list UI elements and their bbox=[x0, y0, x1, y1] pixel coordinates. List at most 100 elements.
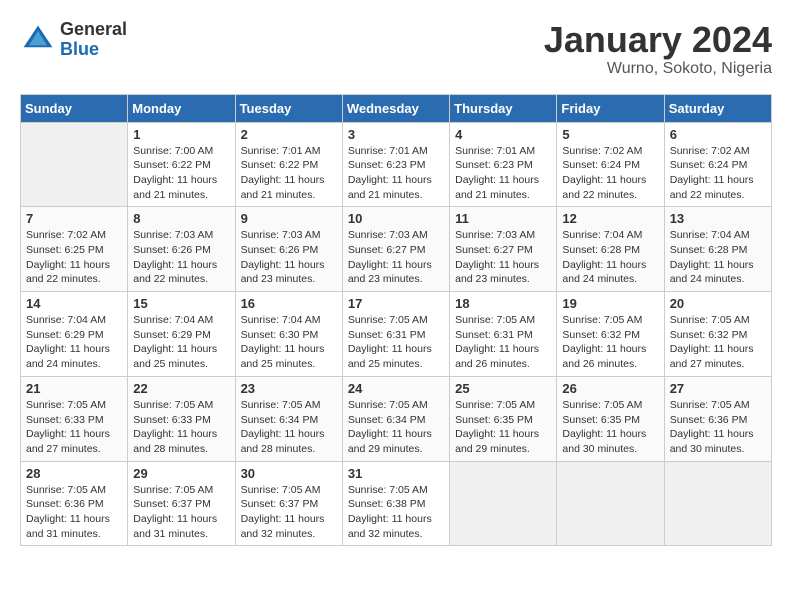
calendar-cell: 1 Sunrise: 7:00 AMSunset: 6:22 PMDaylight… bbox=[128, 122, 235, 207]
calendar-title: January 2024 bbox=[544, 20, 772, 60]
calendar-week-5: 28 Sunrise: 7:05 AMSunset: 6:36 PMDayligh… bbox=[21, 461, 772, 546]
day-number: 1 bbox=[133, 127, 229, 142]
day-number: 30 bbox=[241, 466, 337, 481]
day-info: Sunrise: 7:01 AMSunset: 6:23 PMDaylight:… bbox=[348, 144, 444, 203]
calendar-cell: 29 Sunrise: 7:05 AMSunset: 6:37 PMDayligh… bbox=[128, 461, 235, 546]
day-info: Sunrise: 7:00 AMSunset: 6:22 PMDaylight:… bbox=[133, 144, 229, 203]
day-info: Sunrise: 7:05 AMSunset: 6:33 PMDaylight:… bbox=[133, 398, 229, 457]
weekday-header-tuesday: Tuesday bbox=[235, 94, 342, 122]
calendar-cell bbox=[450, 461, 557, 546]
calendar-cell: 21 Sunrise: 7:05 AMSunset: 6:33 PMDayligh… bbox=[21, 376, 128, 461]
day-number: 4 bbox=[455, 127, 551, 142]
day-info: Sunrise: 7:05 AMSunset: 6:36 PMDaylight:… bbox=[26, 483, 122, 542]
calendar-cell: 28 Sunrise: 7:05 AMSunset: 6:36 PMDayligh… bbox=[21, 461, 128, 546]
day-info: Sunrise: 7:05 AMSunset: 6:37 PMDaylight:… bbox=[133, 483, 229, 542]
day-info: Sunrise: 7:04 AMSunset: 6:29 PMDaylight:… bbox=[133, 313, 229, 372]
calendar-cell: 22Sunrise: 7:05 AMSunset: 6:33 PMDayligh… bbox=[128, 376, 235, 461]
day-info: Sunrise: 7:03 AMSunset: 6:26 PMDaylight:… bbox=[133, 228, 229, 287]
weekday-header-friday: Friday bbox=[557, 94, 664, 122]
day-info: Sunrise: 7:05 AMSunset: 6:34 PMDaylight:… bbox=[348, 398, 444, 457]
day-number: 19 bbox=[562, 296, 658, 311]
calendar-subtitle: Wurno, Sokoto, Nigeria bbox=[544, 60, 772, 78]
calendar-cell: 31 Sunrise: 7:05 AMSunset: 6:38 PMDayligh… bbox=[342, 461, 449, 546]
day-info: Sunrise: 7:03 AMSunset: 6:27 PMDaylight:… bbox=[455, 228, 551, 287]
weekday-header-saturday: Saturday bbox=[664, 94, 771, 122]
calendar-week-3: 14 Sunrise: 7:04 AMSunset: 6:29 PMDayligh… bbox=[21, 292, 772, 377]
calendar-cell: 27Sunrise: 7:05 AMSunset: 6:36 PMDayligh… bbox=[664, 376, 771, 461]
day-info: Sunrise: 7:05 AMSunset: 6:35 PMDaylight:… bbox=[455, 398, 551, 457]
day-info: Sunrise: 7:05 AMSunset: 6:37 PMDaylight:… bbox=[241, 483, 337, 542]
calendar-cell: 2 Sunrise: 7:01 AMSunset: 6:22 PMDaylight… bbox=[235, 122, 342, 207]
calendar-cell: 16Sunrise: 7:04 AMSunset: 6:30 PMDayligh… bbox=[235, 292, 342, 377]
calendar-cell: 10 Sunrise: 7:03 AMSunset: 6:27 PMDayligh… bbox=[342, 207, 449, 292]
calendar-cell bbox=[21, 122, 128, 207]
calendar-cell: 24 Sunrise: 7:05 AMSunset: 6:34 PMDayligh… bbox=[342, 376, 449, 461]
calendar-cell bbox=[557, 461, 664, 546]
calendar-week-1: 1 Sunrise: 7:00 AMSunset: 6:22 PMDaylight… bbox=[21, 122, 772, 207]
day-info: Sunrise: 7:05 AMSunset: 6:38 PMDaylight:… bbox=[348, 483, 444, 542]
day-number: 23 bbox=[241, 381, 337, 396]
day-number: 18 bbox=[455, 296, 551, 311]
calendar-cell: 26Sunrise: 7:05 AMSunset: 6:35 PMDayligh… bbox=[557, 376, 664, 461]
calendar-cell: 8 Sunrise: 7:03 AMSunset: 6:26 PMDaylight… bbox=[128, 207, 235, 292]
calendar-cell: 9Sunrise: 7:03 AMSunset: 6:26 PMDaylight… bbox=[235, 207, 342, 292]
day-info: Sunrise: 7:02 AMSunset: 6:24 PMDaylight:… bbox=[670, 144, 766, 203]
day-number: 6 bbox=[670, 127, 766, 142]
day-info: Sunrise: 7:04 AMSunset: 6:30 PMDaylight:… bbox=[241, 313, 337, 372]
calendar-cell bbox=[664, 461, 771, 546]
calendar-cell: 15 Sunrise: 7:04 AMSunset: 6:29 PMDayligh… bbox=[128, 292, 235, 377]
day-info: Sunrise: 7:05 AMSunset: 6:36 PMDaylight:… bbox=[670, 398, 766, 457]
day-number: 15 bbox=[133, 296, 229, 311]
calendar-cell: 17 Sunrise: 7:05 AMSunset: 6:31 PMDayligh… bbox=[342, 292, 449, 377]
day-info: Sunrise: 7:02 AMSunset: 6:24 PMDaylight:… bbox=[562, 144, 658, 203]
day-number: 17 bbox=[348, 296, 444, 311]
day-number: 11 bbox=[455, 211, 551, 226]
day-info: Sunrise: 7:01 AMSunset: 6:23 PMDaylight:… bbox=[455, 144, 551, 203]
day-number: 26 bbox=[562, 381, 658, 396]
logo-icon bbox=[20, 22, 56, 58]
calendar-cell: 14 Sunrise: 7:04 AMSunset: 6:29 PMDayligh… bbox=[21, 292, 128, 377]
day-number: 21 bbox=[26, 381, 122, 396]
calendar-cell: 20Sunrise: 7:05 AMSunset: 6:32 PMDayligh… bbox=[664, 292, 771, 377]
day-info: Sunrise: 7:05 AMSunset: 6:32 PMDaylight:… bbox=[670, 313, 766, 372]
day-number: 5 bbox=[562, 127, 658, 142]
weekday-header-thursday: Thursday bbox=[450, 94, 557, 122]
calendar-cell: 19 Sunrise: 7:05 AMSunset: 6:32 PMDayligh… bbox=[557, 292, 664, 377]
calendar-cell: 23 Sunrise: 7:05 AMSunset: 6:34 PMDayligh… bbox=[235, 376, 342, 461]
day-number: 31 bbox=[348, 466, 444, 481]
day-info: Sunrise: 7:05 AMSunset: 6:33 PMDaylight:… bbox=[26, 398, 122, 457]
day-info: Sunrise: 7:02 AMSunset: 6:25 PMDaylight:… bbox=[26, 228, 122, 287]
calendar-cell: 18Sunrise: 7:05 AMSunset: 6:31 PMDayligh… bbox=[450, 292, 557, 377]
day-info: Sunrise: 7:01 AMSunset: 6:22 PMDaylight:… bbox=[241, 144, 337, 203]
calendar-cell: 12Sunrise: 7:04 AMSunset: 6:28 PMDayligh… bbox=[557, 207, 664, 292]
day-number: 14 bbox=[26, 296, 122, 311]
calendar-cell: 3 Sunrise: 7:01 AMSunset: 6:23 PMDaylight… bbox=[342, 122, 449, 207]
day-number: 28 bbox=[26, 466, 122, 481]
day-number: 25 bbox=[455, 381, 551, 396]
weekday-header-wednesday: Wednesday bbox=[342, 94, 449, 122]
day-info: Sunrise: 7:05 AMSunset: 6:34 PMDaylight:… bbox=[241, 398, 337, 457]
day-number: 24 bbox=[348, 381, 444, 396]
day-number: 13 bbox=[670, 211, 766, 226]
day-number: 8 bbox=[133, 211, 229, 226]
day-number: 12 bbox=[562, 211, 658, 226]
calendar-cell: 25 Sunrise: 7:05 AMSunset: 6:35 PMDayligh… bbox=[450, 376, 557, 461]
logo-general-text: General bbox=[60, 19, 127, 39]
calendar-cell: 11 Sunrise: 7:03 AMSunset: 6:27 PMDayligh… bbox=[450, 207, 557, 292]
calendar-cell: 5 Sunrise: 7:02 AMSunset: 6:24 PMDaylight… bbox=[557, 122, 664, 207]
day-info: Sunrise: 7:03 AMSunset: 6:27 PMDaylight:… bbox=[348, 228, 444, 287]
calendar-week-2: 7Sunrise: 7:02 AMSunset: 6:25 PMDaylight… bbox=[21, 207, 772, 292]
day-number: 2 bbox=[241, 127, 337, 142]
day-info: Sunrise: 7:05 AMSunset: 6:31 PMDaylight:… bbox=[348, 313, 444, 372]
day-info: Sunrise: 7:04 AMSunset: 6:29 PMDaylight:… bbox=[26, 313, 122, 372]
day-number: 3 bbox=[348, 127, 444, 142]
calendar-cell: 4 Sunrise: 7:01 AMSunset: 6:23 PMDaylight… bbox=[450, 122, 557, 207]
calendar-week-4: 21 Sunrise: 7:05 AMSunset: 6:33 PMDayligh… bbox=[21, 376, 772, 461]
calendar-cell: 13Sunrise: 7:04 AMSunset: 6:28 PMDayligh… bbox=[664, 207, 771, 292]
calendar-table: SundayMondayTuesdayWednesdayThursdayFrid… bbox=[20, 94, 772, 547]
day-number: 29 bbox=[133, 466, 229, 481]
calendar-cell: 30 Sunrise: 7:05 AMSunset: 6:37 PMDayligh… bbox=[235, 461, 342, 546]
day-info: Sunrise: 7:05 AMSunset: 6:32 PMDaylight:… bbox=[562, 313, 658, 372]
day-number: 10 bbox=[348, 211, 444, 226]
logo: General Blue bbox=[20, 20, 127, 60]
